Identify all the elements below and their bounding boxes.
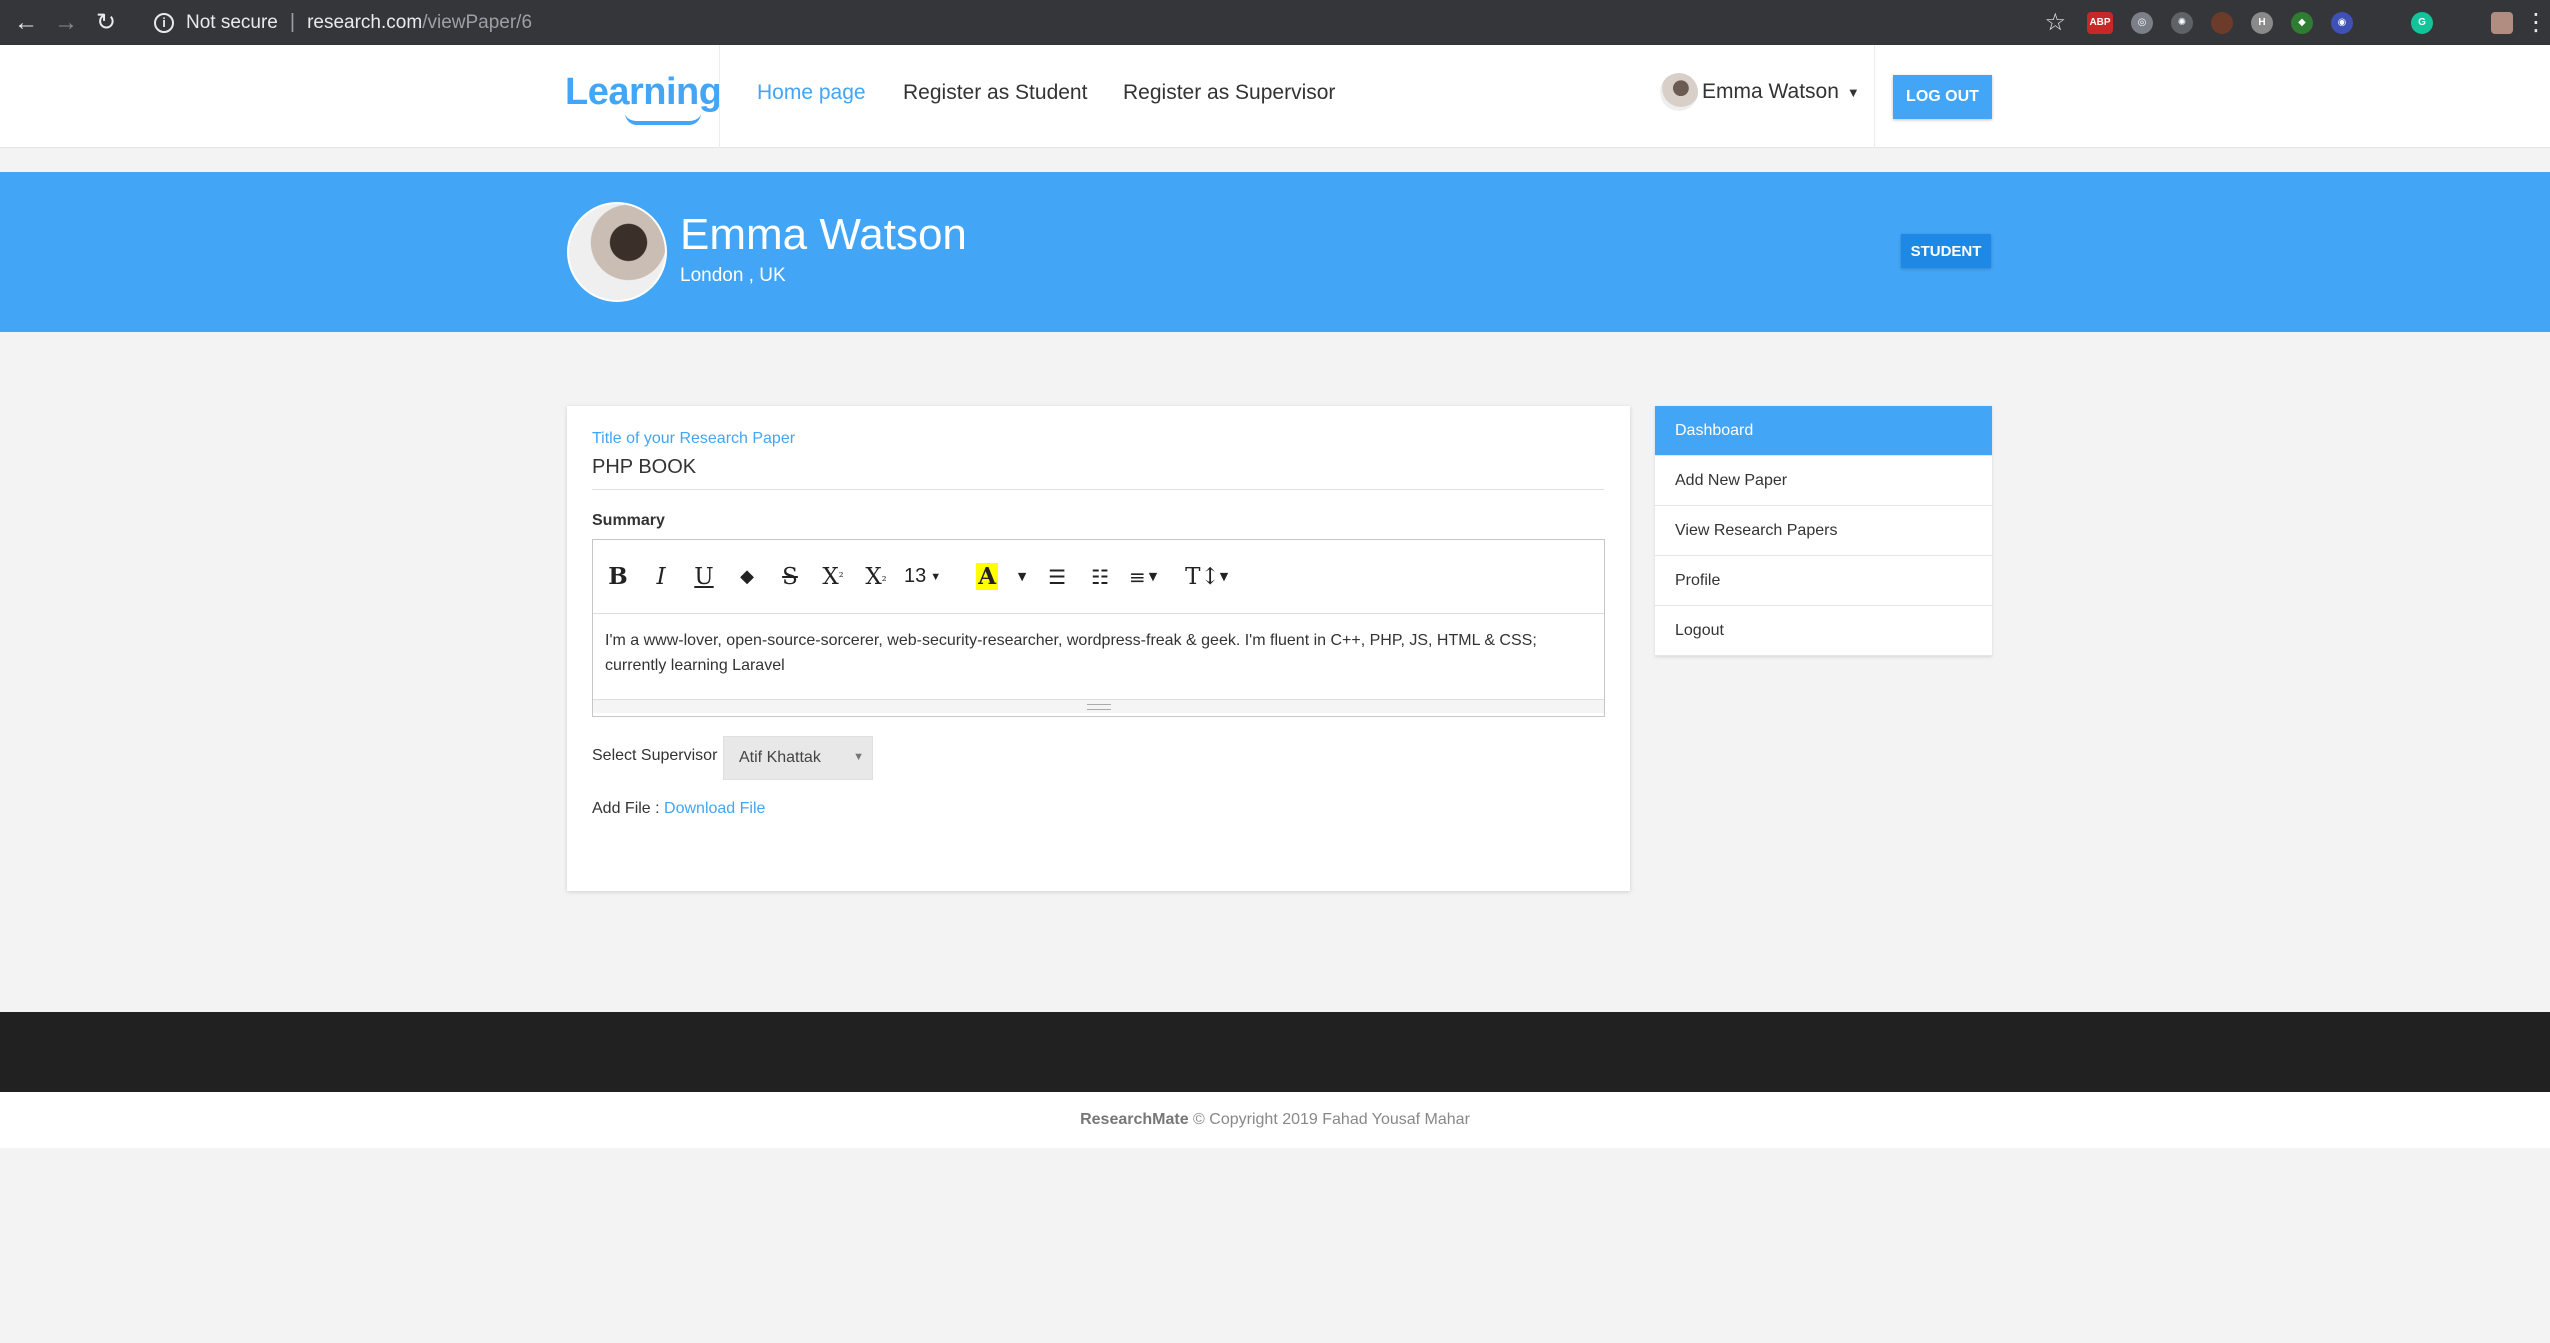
avatar — [1660, 73, 1698, 111]
extension-icon[interactable]: ✺ — [2171, 11, 2193, 34]
footer-brand: ResearchMate — [1080, 1111, 1189, 1128]
file-label: Add File : — [592, 800, 660, 817]
summary-editor: B I U ◆ S X² X₂ 13 ▼ A ▼ ☰ ☷ ≡ ▼ T↕ ▼ I'm a… — [592, 539, 1605, 717]
align-icon[interactable]: ≡ ▼ — [1128, 557, 1158, 597]
address-bar[interactable]: i Not secure | research.com/viewPaper/6 — [154, 11, 532, 34]
numbered-list-icon[interactable]: ☷ — [1085, 557, 1115, 597]
sidebar-item-view-papers[interactable]: View Research Papers — [1655, 506, 1992, 556]
chevron-down-icon: ▼ — [853, 751, 864, 763]
title-field-input[interactable]: PHP BOOK — [592, 456, 696, 479]
editor-resize-handle[interactable] — [593, 699, 1604, 713]
extension-icon[interactable]: H — [2251, 11, 2273, 34]
extension-icon[interactable]: ◆ — [2291, 11, 2313, 34]
sidebar-item-profile[interactable]: Profile — [1655, 556, 1992, 606]
sidebar-item-dashboard[interactable]: Dashboard — [1655, 406, 1992, 456]
user-name: Emma Watson — [1702, 80, 1839, 103]
forward-icon[interactable]: → — [46, 0, 86, 45]
line-height-icon[interactable]: T↕ ▼ — [1185, 557, 1228, 597]
browser-extensions: ☆ ABP ◎ ✺ H ◆ ◉ G ⋮ — [2032, 0, 2550, 45]
profile-name: Emma Watson — [680, 210, 967, 259]
nav-register-student-link[interactable]: Register as Student — [903, 81, 1087, 105]
supervisor-select[interactable]: Atif Khattak ▼ — [723, 736, 873, 780]
security-label: Not secure — [186, 11, 278, 33]
browser-menu-icon[interactable]: ⋮ — [2522, 0, 2550, 45]
footer-band — [0, 1012, 2550, 1092]
footer-copyright-text: © Copyright 2019 Fahad Yousaf Mahar — [1193, 1111, 1470, 1128]
nav-divider — [1874, 45, 1875, 148]
reload-icon[interactable]: ↻ — [86, 0, 126, 45]
superscript-icon[interactable]: X² — [818, 557, 848, 597]
info-icon[interactable]: i — [154, 12, 174, 33]
title-field-label: Title of your Research Paper — [592, 430, 796, 447]
grammarly-icon[interactable]: G — [2411, 11, 2433, 34]
profile-location: London , UK — [680, 265, 786, 286]
nav-register-supervisor-link[interactable]: Register as Supervisor — [1123, 81, 1335, 105]
paper-form-card: Title of your Research Paper PHP BOOK Su… — [567, 406, 1630, 891]
logo-swoosh — [625, 113, 701, 125]
font-size-dropdown[interactable]: 13 ▼ — [904, 557, 941, 597]
profile-banner: Emma Watson London , UK STUDENT — [0, 172, 2550, 332]
strikethrough-icon[interactable]: S — [775, 557, 805, 597]
supervisor-selected-value: Atif Khattak — [739, 749, 821, 766]
text-color-icon[interactable]: A — [972, 557, 1002, 597]
back-icon[interactable]: ← — [6, 0, 46, 45]
nav-divider — [719, 45, 720, 148]
url-text[interactable]: research.com/viewPaper/6 — [307, 12, 532, 34]
sidebar-item-logout[interactable]: Logout — [1655, 606, 1992, 656]
bookmark-star-icon[interactable]: ☆ — [2044, 8, 2066, 37]
role-badge[interactable]: STUDENT — [1901, 234, 1991, 268]
footer-copyright: ResearchMate © Copyright 2019 Fahad Yous… — [0, 1092, 2550, 1148]
italic-icon[interactable]: I — [646, 557, 676, 597]
file-row: Add File : Download File — [592, 800, 765, 818]
site-header: Learning Home page Register as Student R… — [0, 45, 2550, 148]
bullet-list-icon[interactable]: ☰ — [1042, 557, 1072, 597]
nav-home-link[interactable]: Home page — [757, 81, 866, 105]
profile-avatar — [567, 202, 667, 302]
chevron-down-icon: ▼ — [1846, 84, 1860, 100]
color-dropdown-icon[interactable]: ▼ — [1015, 557, 1029, 597]
extension-icon[interactable] — [2211, 11, 2233, 34]
eraser-icon[interactable]: ◆ — [732, 557, 762, 597]
address-separator: | — [289, 11, 296, 33]
user-menu[interactable]: Emma Watson ▼ — [1660, 73, 1860, 111]
underline-icon[interactable]: U — [689, 557, 719, 597]
title-field-underline — [592, 489, 1604, 490]
profile-avatar-icon[interactable] — [2491, 11, 2513, 34]
summary-textarea[interactable]: I'm a www-lover, open-source-sorcerer, w… — [593, 614, 1604, 699]
extension-icon[interactable]: ◉ — [2331, 11, 2353, 34]
editor-toolbar: B I U ◆ S X² X₂ 13 ▼ A ▼ ☰ ☷ ≡ ▼ T↕ ▼ — [593, 540, 1604, 614]
sidebar-item-add-paper[interactable]: Add New Paper — [1655, 456, 1992, 506]
bold-icon[interactable]: B — [603, 557, 633, 597]
browser-toolbar: ← → ↻ i Not secure | research.com/viewPa… — [0, 0, 2550, 45]
extension-icon[interactable] — [2371, 12, 2393, 34]
site-logo[interactable]: Learning — [565, 71, 722, 114]
extension-icon[interactable] — [2451, 12, 2473, 34]
supervisor-label: Select Supervisor — [592, 747, 718, 764]
adblock-icon[interactable]: ABP — [2087, 11, 2113, 34]
download-file-link[interactable]: Download File — [664, 800, 765, 817]
extension-icon[interactable]: ◎ — [2131, 11, 2153, 34]
summary-label: Summary — [592, 512, 665, 529]
subscript-icon[interactable]: X₂ — [861, 557, 891, 597]
logout-button[interactable]: LOG OUT — [1893, 75, 1992, 119]
sidebar-menu: Dashboard Add New Paper View Research Pa… — [1655, 406, 1992, 656]
